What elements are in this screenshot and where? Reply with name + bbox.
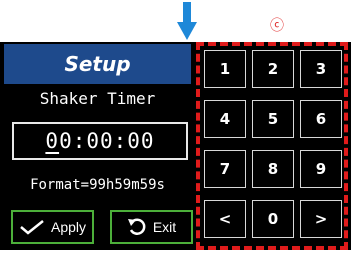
down-arrow-icon	[177, 2, 197, 40]
key-6[interactable]: 6	[300, 100, 342, 138]
program-name: Shaker Timer	[39, 89, 156, 108]
key-8[interactable]: 8	[252, 150, 294, 188]
exit-label: Exit	[152, 219, 177, 235]
key-3[interactable]: 3	[300, 50, 342, 88]
time-value-rest: 0:00:00	[59, 129, 155, 153]
format-hint: Format=99h59m59s	[30, 177, 165, 193]
exit-button[interactable]: Exit	[110, 210, 193, 244]
apply-label: Apply	[50, 219, 87, 235]
key-right[interactable]: >	[300, 200, 342, 238]
apply-button[interactable]: Apply	[11, 210, 94, 244]
key-left[interactable]: <	[204, 200, 246, 238]
key-5[interactable]: 5	[252, 100, 294, 138]
key-9[interactable]: 9	[300, 150, 342, 188]
undo-arrow-icon	[127, 218, 146, 235]
time-input[interactable]: 0 0:00:00	[12, 122, 188, 160]
key-0[interactable]: 0	[252, 200, 294, 238]
page-title: Setup	[4, 44, 191, 84]
key-1[interactable]: 1	[204, 50, 246, 88]
key-2[interactable]: 2	[252, 50, 294, 88]
key-4[interactable]: 4	[204, 100, 246, 138]
device-screen: Setup Shaker Timer 0 0:00:00 Format=99h59…	[0, 42, 351, 250]
checkmark-icon	[20, 220, 44, 235]
annotation-label: ⓒ	[270, 18, 284, 34]
time-cursor-digit: 0	[45, 129, 60, 153]
key-7[interactable]: 7	[204, 150, 246, 188]
